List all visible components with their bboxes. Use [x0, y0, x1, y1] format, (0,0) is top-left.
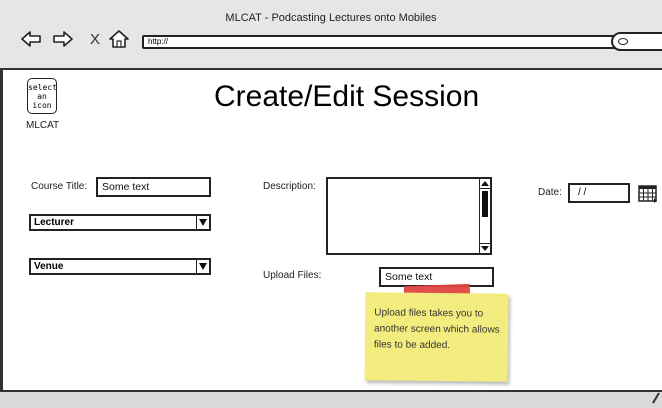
- course-title-label: Course Title:: [31, 181, 88, 192]
- page-title: Create/Edit Session: [214, 80, 480, 113]
- url-bar[interactable]: http://: [142, 35, 627, 49]
- chevron-down-icon[interactable]: [196, 216, 209, 229]
- scroll-thumb[interactable]: [482, 191, 488, 217]
- resize-grip-icon[interactable]: [652, 392, 660, 404]
- logo-placeholder[interactable]: select an icon: [27, 78, 57, 114]
- forward-arrow-icon[interactable]: [52, 29, 74, 49]
- window-left-edge: [0, 70, 3, 390]
- date-input[interactable]: / /: [568, 183, 630, 203]
- home-icon[interactable]: [108, 29, 130, 49]
- browser-search-box[interactable]: [611, 32, 662, 51]
- browser-toolbar: MLCAT - Podcasting Lectures onto Mobiles…: [0, 0, 662, 70]
- browser-window: MLCAT - Podcasting Lectures onto Mobiles…: [0, 0, 662, 408]
- stop-x-icon[interactable]: X: [90, 31, 100, 48]
- description-scrollbar[interactable]: [479, 179, 490, 253]
- upload-files-label: Upload Files:: [263, 270, 322, 281]
- date-label: Date:: [538, 187, 562, 198]
- venue-dropdown[interactable]: Venue: [29, 258, 211, 275]
- status-bar: [0, 390, 662, 408]
- scroll-down-icon[interactable]: [480, 243, 490, 253]
- lecturer-dropdown[interactable]: Lecturer: [29, 214, 211, 231]
- logo-caption: MLCAT: [26, 120, 60, 131]
- description-textarea[interactable]: [326, 177, 492, 255]
- description-label: Description:: [263, 181, 316, 192]
- back-arrow-icon[interactable]: [20, 29, 42, 49]
- search-icon: [618, 38, 628, 45]
- venue-dropdown-value: Venue: [34, 261, 64, 272]
- window-title: MLCAT - Podcasting Lectures onto Mobiles: [225, 12, 437, 24]
- chevron-down-icon[interactable]: [196, 260, 209, 273]
- annotation-sticky-note: Upload files takes you to another screen…: [364, 292, 509, 382]
- calendar-icon[interactable]: [638, 184, 658, 204]
- scroll-up-icon[interactable]: [480, 179, 490, 189]
- lecturer-dropdown-value: Lecturer: [34, 217, 75, 228]
- course-title-input[interactable]: Some text: [96, 177, 211, 197]
